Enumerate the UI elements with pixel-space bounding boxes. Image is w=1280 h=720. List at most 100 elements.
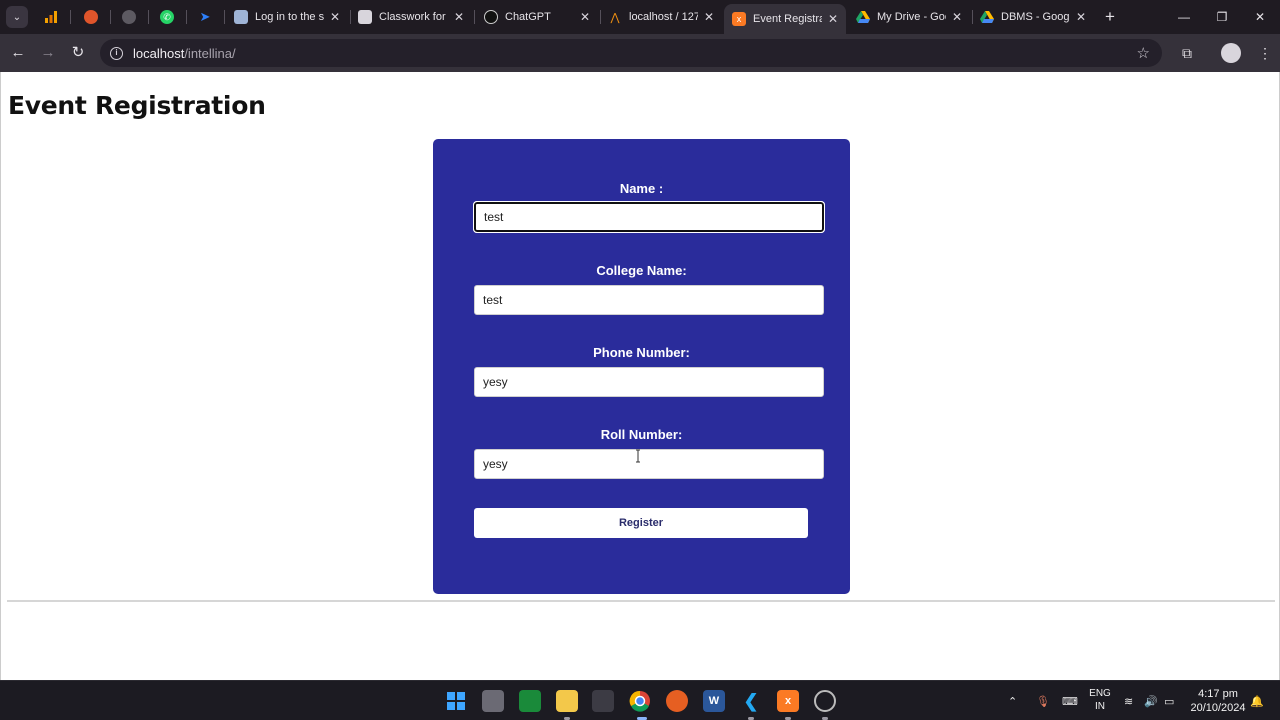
name-label: Name :	[619, 181, 664, 196]
tab-strip: ⌄ ✆ ➤ Log in to the s ✕ Classwork for I …	[0, 0, 1280, 34]
reload-button[interactable]: ↻	[67, 42, 89, 64]
tab-pinned-5[interactable]: ➤	[190, 4, 220, 30]
xampp-icon: x	[732, 12, 746, 26]
close-icon[interactable]: ✕	[828, 12, 838, 26]
drive-icon	[980, 10, 994, 24]
tab-classwork[interactable]: Classwork for I ✕	[350, 4, 472, 30]
forward-button[interactable]: →	[37, 42, 59, 64]
word-icon[interactable]: W	[703, 690, 725, 712]
close-icon[interactable]: ✕	[704, 10, 714, 24]
tab-event-registration[interactable]: x Event Registrat ✕	[724, 4, 846, 34]
chevron-down-icon: ⌄	[12, 11, 22, 23]
college-name-label: College Name:	[596, 263, 687, 278]
tab-pinned-4[interactable]: ✆	[152, 4, 182, 30]
name-input[interactable]: test	[473, 201, 825, 233]
notification-bell-icon[interactable]: 🔔	[1250, 681, 1264, 720]
new-tab-button[interactable]: +	[1100, 7, 1120, 27]
back-button[interactable]: ←	[7, 42, 29, 64]
tab-pinned-2[interactable]	[76, 4, 106, 30]
registration-form: Name : test College Name: test Phone Num…	[433, 139, 850, 594]
puzzle-icon: ⧉	[1182, 45, 1192, 61]
phone-number-label: Phone Number:	[593, 345, 690, 360]
tab-search-button[interactable]: ⌄	[6, 6, 28, 28]
clock-time: 4:17 pm	[1198, 688, 1238, 700]
system-clock[interactable]: 4:17 pm 20/10/2024	[1186, 687, 1250, 715]
app-loading-icon[interactable]	[814, 690, 836, 712]
close-icon: ✕	[1254, 10, 1266, 24]
minimize-icon: —	[1178, 10, 1190, 24]
tab-my-drive[interactable]: My Drive - Goo ✕	[848, 4, 970, 30]
restore-button[interactable]: ❐	[1202, 6, 1242, 28]
app-cube-icon[interactable]	[592, 690, 614, 712]
vscode-icon[interactable]: ❮	[740, 690, 762, 712]
tab-title: DBMS - Googl	[1001, 11, 1070, 23]
plus-icon: +	[1105, 7, 1115, 26]
register-button[interactable]: Register	[474, 508, 808, 538]
firefox-icon[interactable]	[666, 690, 688, 712]
tab-title: Log in to the s	[255, 11, 324, 23]
tab-title: localhost / 127	[629, 11, 698, 23]
clock-date: 20/10/2024	[1190, 702, 1246, 714]
microphone-icon[interactable]: 🎙	[1036, 681, 1050, 720]
close-icon[interactable]: ✕	[580, 10, 590, 24]
site-info-icon[interactable]: i	[110, 46, 123, 60]
bookmark-star-icon[interactable]: ☆	[1137, 44, 1150, 62]
task-view-icon[interactable]	[482, 690, 504, 712]
tab-pinned-1[interactable]	[36, 4, 66, 30]
file-explorer-icon[interactable]	[556, 690, 578, 712]
page-viewport: Event Registration Name : test College N…	[0, 72, 1280, 680]
tab-chatgpt[interactable]: ChatGPT ✕	[476, 4, 598, 30]
chatgpt-icon	[484, 10, 498, 24]
language-code: ENG	[1089, 688, 1111, 699]
url-host: localhost	[133, 45, 185, 61]
browser-menu-button[interactable]: ⋮	[1254, 42, 1276, 64]
region-code: IN	[1095, 701, 1105, 712]
browser-toolbar: ← → ↻ i localhost/intellina/ ☆ ⧉ ⋮	[0, 34, 1280, 72]
profile-avatar[interactable]	[1221, 43, 1241, 63]
roll-number-input[interactable]: yesy	[474, 449, 824, 479]
xampp-icon[interactable]: x	[777, 690, 799, 712]
close-icon[interactable]: ✕	[952, 10, 962, 24]
keyboard-icon[interactable]: ⌨	[1062, 681, 1078, 720]
roll-number-label: Roll Number:	[600, 427, 683, 442]
college-name-input[interactable]: test	[474, 285, 824, 315]
chrome-icon[interactable]	[629, 690, 651, 712]
kebab-menu-icon: ⋮	[1258, 45, 1272, 61]
tab-pinned-3[interactable]	[114, 4, 144, 30]
windows-start-icon[interactable]	[445, 690, 467, 712]
tab-title: Classwork for I	[379, 11, 448, 23]
minimize-button[interactable]: —	[1164, 6, 1204, 28]
analytics-icon	[44, 10, 58, 24]
tab-phpmyadmin[interactable]: ⋀ localhost / 127 ✕	[600, 4, 722, 30]
close-window-button[interactable]: ✕	[1240, 6, 1280, 28]
tab-dbms[interactable]: DBMS - Googl ✕	[972, 4, 1094, 30]
url-path: /intellina/	[184, 45, 236, 61]
meet-icon[interactable]	[519, 690, 541, 712]
classroom-icon	[358, 10, 372, 24]
battery-icon[interactable]: ▭	[1164, 681, 1174, 720]
wifi-icon[interactable]: ≋	[1124, 681, 1133, 720]
drive-icon	[856, 10, 870, 24]
phone-number-input[interactable]: yesy	[474, 367, 824, 397]
close-icon[interactable]: ✕	[454, 10, 464, 24]
send-icon: ➤	[199, 9, 211, 24]
show-hidden-icons[interactable]: ⌃	[1008, 681, 1017, 720]
phpmyadmin-icon: ⋀	[610, 11, 620, 24]
chevron-up-icon: ⌃	[1008, 695, 1018, 708]
tab-login[interactable]: Log in to the s ✕	[226, 4, 348, 30]
whatsapp-icon: ✆	[160, 10, 174, 24]
arrow-left-icon: ←	[10, 44, 26, 61]
language-indicator[interactable]: ENG IN	[1088, 687, 1112, 713]
arrow-right-icon: →	[40, 44, 56, 61]
close-icon[interactable]: ✕	[330, 10, 340, 24]
address-bar[interactable]: i localhost/intellina/ ☆	[100, 39, 1162, 67]
page-title: Event Registration	[8, 91, 266, 120]
extensions-button[interactable]: ⧉	[1176, 42, 1198, 64]
text-cursor-icon	[636, 449, 640, 463]
volume-icon[interactable]: 🔊	[1144, 681, 1158, 720]
close-icon[interactable]: ✕	[1076, 10, 1086, 24]
tab-title: ChatGPT	[505, 11, 551, 23]
horizontal-divider	[7, 600, 1275, 602]
restore-icon: ❐	[1216, 10, 1228, 24]
tab-title: Event Registrat	[753, 13, 822, 25]
